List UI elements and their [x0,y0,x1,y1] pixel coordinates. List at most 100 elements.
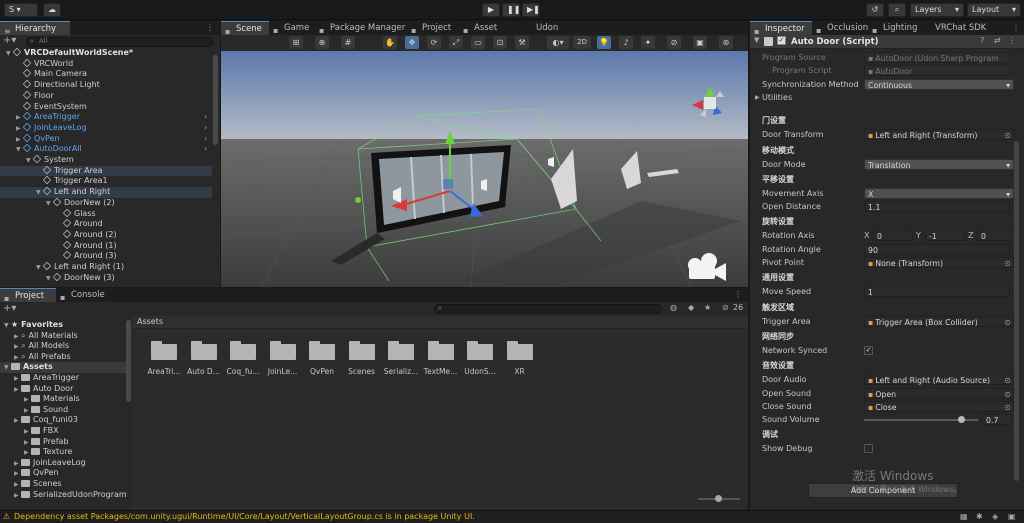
tab-scene[interactable]: ▪ Scene [221,21,269,36]
hierarchy-item[interactable]: Around (2) [0,229,212,241]
project-tree-item[interactable]: ▶ AreaTrigger [0,373,126,384]
search-icon[interactable]: ⌕ [888,3,906,17]
project-tree-item[interactable]: ▶ Prefab [0,437,126,448]
gizmos-icon[interactable]: ⊛ [719,36,733,49]
zoom-slider-handle[interactable] [715,495,722,502]
object-picker-icon[interactable]: ⊙ [1004,389,1011,400]
project-tree-item[interactable]: ▶ Materials [0,394,126,405]
vector-z-input[interactable]: 0 [977,230,1017,242]
asset-folder[interactable]: Serializ... [381,340,421,386]
field-input[interactable]: ▪ AutoDoor [864,65,1010,77]
asset-folder[interactable]: AreaTri... [144,340,184,386]
bug-icon[interactable]: ✱ [976,512,983,521]
rect-tool-icon[interactable]: ▭ [471,36,485,49]
move-tool-icon[interactable]: ✥ [405,36,419,49]
breadcrumb-assets[interactable]: Assets [137,317,163,326]
hierarchy-item[interactable]: ▶ AreaTrigger › [0,111,212,123]
scale-tool-icon[interactable]: ⤢ [449,36,463,49]
chevron-right-icon[interactable]: › [204,144,207,155]
project-tree-item[interactable]: ▶ Auto Door [0,384,126,395]
grid-snap-icon[interactable]: # [341,36,355,49]
project-tree-item[interactable]: ▶ FBX [0,426,126,437]
tab-occlusion[interactable]: ▪ Occlusion [812,21,868,35]
hierarchy-item[interactable]: ▶ JoinLeaveLog › [0,122,212,134]
layers-dropdown[interactable]: Layers ▾ [910,3,964,17]
chevron-right-icon[interactable]: › [204,123,207,134]
toggle-checkbox[interactable]: ✓ [864,345,873,355]
custom-tool-icon[interactable]: ⚒ [515,36,529,49]
presets-icon[interactable]: ⇄ [994,36,1001,45]
project-tree-item[interactable]: ▶ JoinLeaveLog [0,458,126,469]
status-message[interactable]: Dependency asset Packages/com.unity.ugui… [14,512,475,521]
asset-folder[interactable]: XR [500,340,540,386]
scene-viewport[interactable] [221,51,748,287]
tab-game[interactable]: ▪ Game [269,21,315,35]
hierarchy-item[interactable]: Around [0,218,212,230]
field-input[interactable]: ▪AutoDoor (Udon Sharp Program As [864,52,1010,74]
hierarchy-scrollbar[interactable] [213,55,218,145]
project-tree-item[interactable]: ▼ ★ Favorites [0,320,126,331]
asset-folder[interactable]: TextMe... [421,340,461,386]
hierarchy-item[interactable]: ▼ Left and Right [0,186,212,198]
asset-folder[interactable]: UdonS... [460,340,500,386]
field-input[interactable]: 1 [864,286,1010,298]
field-dropdown[interactable]: X ▾ [864,187,1014,199]
hierarchy-item[interactable]: ▼ VRCDefaultWorldScene* [0,48,212,59]
object-field[interactable]: ▪ Left and Right (Transform) ⊙ [864,129,1014,141]
rotate-tool-icon[interactable]: ⟳ [427,36,441,49]
vector-y-input[interactable]: -1 [925,230,965,242]
account-dropdown[interactable]: S ▾ [4,3,38,17]
project-tree-item[interactable]: ▶ SerializedUdonPrograms [0,490,126,501]
hidden-packages-icon[interactable]: ⊘ [722,303,729,312]
object-field[interactable]: ▪ Open ⊙ [864,387,1014,400]
step-button[interactable]: ▶❚ [522,3,540,17]
filter-type-icon[interactable]: ◍ [670,303,677,312]
pivot-icon[interactable]: ⊕ [315,36,329,49]
more-options-icon[interactable]: ⋮ [1012,23,1020,32]
chevron-down-icon[interactable]: ▼ [754,36,759,44]
layout-dropdown[interactable]: Layout ▾ [967,3,1021,17]
shading-mode-icon[interactable]: ◐▾ [547,36,569,49]
tab-project[interactable]: ▪ Project [407,21,459,35]
volume-input[interactable]: 0.7 [982,414,1012,426]
hand-tool-icon[interactable]: ✋ [383,36,397,49]
object-picker-icon[interactable]: ⊙ [1004,375,1011,386]
create-asset-icon[interactable]: +▾ [3,303,16,314]
project-search-input[interactable]: ⌕ [434,304,662,314]
component-enabled-checkbox[interactable]: ✓ [777,36,786,45]
chevron-right-icon[interactable]: ▶ [755,91,760,104]
effects-icon[interactable]: ✦ [641,36,655,49]
asset-folder[interactable]: Auto D... [184,340,224,386]
field-dropdown[interactable]: Continuous ▾ [864,78,1014,90]
hierarchy-item[interactable]: Glass [0,208,212,220]
tab-asset-store[interactable]: ▪Asset Store [459,21,521,47]
hierarchy-item[interactable]: Around (1) [0,240,212,252]
hierarchy-search-input[interactable]: ⌕ All [26,37,214,47]
tab-hierarchy[interactable]: ≡ Hierarchy [0,21,70,36]
cloud-icon[interactable]: ☁ [43,3,61,17]
project-tree-item[interactable]: ▶ Coq_funi03 [0,415,126,426]
hierarchy-item[interactable]: ▼ AutoDoorAll › [0,144,212,155]
component-header[interactable]: ▼ ✓ Auto Door (Script) ? ⇄ ⋮ [750,35,1024,49]
chevron-right-icon[interactable]: › [204,112,207,123]
lighting-toggle-icon[interactable]: 💡 [597,36,611,49]
hierarchy-item[interactable]: ▼ DoorNew (2) [0,197,212,209]
project-tree-item[interactable]: ▶ ⌕ All Models [0,341,126,352]
pause-button[interactable]: ❚❚ [502,3,520,17]
object-field[interactable]: ▪ Left and Right (Audio Source) ⊙ [864,374,1014,386]
tab-inspector[interactable]: ▪ Inspector [750,21,812,36]
star-icon[interactable]: ★ [704,303,711,312]
tab-vrchat-sdk[interactable]: VRChat SDK [920,21,990,35]
project-tree-item[interactable]: ▶ QvPen [0,468,126,479]
hierarchy-item[interactable]: VRCWorld [0,58,212,70]
hierarchy-item[interactable]: Directional Light [0,79,212,91]
object-picker-icon[interactable]: ⊙ [1004,317,1011,328]
chevron-down-icon[interactable]: ▼ [46,274,53,285]
tab-project[interactable]: ▪ Project [0,288,56,303]
asset-folder[interactable]: Scenes [342,340,382,386]
hierarchy-item[interactable]: EventSystem [0,101,212,113]
hierarchy-item[interactable]: ▼ Left and Right (1) [0,261,212,273]
object-field[interactable]: ▪ Trigger Area (Box Collider) ⊙ [864,315,1014,328]
object-field[interactable]: ▪ Close ⊙ [864,400,1014,412]
gizmo-toggle-icon[interactable]: ⊞ [289,36,303,49]
